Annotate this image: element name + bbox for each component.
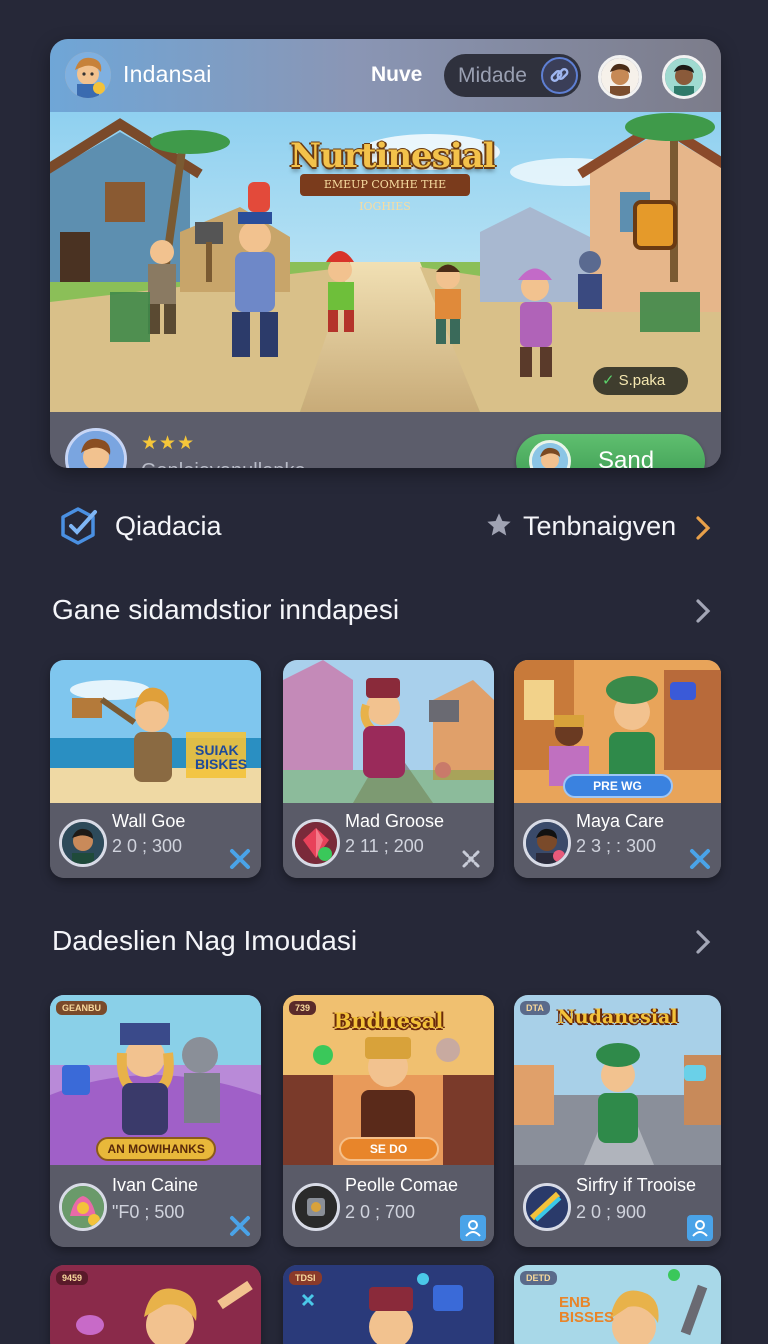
card-avatar [292, 819, 340, 867]
chevron-right-icon[interactable] [694, 929, 712, 960]
card-corner-tag: GEANBU [56, 1001, 108, 1015]
card-info: Mad Groose 2 11 ; 200 [283, 803, 494, 878]
card-art-title: Nudanesial [557, 1006, 678, 1028]
friend-avatar-2[interactable] [662, 55, 706, 99]
card-art: PRE WG [514, 660, 721, 803]
game-card[interactable]: PRE WG Maya Care 2 3 ; : 300 [514, 660, 721, 878]
send-label: Sand [598, 447, 655, 468]
banner-badge[interactable]: ✓ S.paka [593, 367, 688, 395]
hero-banner[interactable]: Nurtinesial EMEUP COMHE THE IOGHIES ✓ S.p… [50, 112, 721, 412]
mode-selector[interactable]: Midade [444, 54, 581, 97]
player-bar: ★★★ Ganleiayanullapke. Sand [50, 412, 721, 468]
card-art-text: AN MOWIHANKS [95, 1137, 216, 1161]
rating-stars: ★★★ [141, 433, 196, 454]
shuffle-icon[interactable] [460, 848, 486, 874]
send-avatar [529, 440, 571, 468]
card-art-title: Bndnesal [333, 1008, 444, 1033]
card-score: 2 0 ; 900 [576, 1202, 647, 1222]
card-avatar [523, 1183, 571, 1231]
card-art-text: PRE WG [562, 774, 673, 798]
top-bar: Indansai Nuve Midade [50, 39, 721, 112]
player-name: Ganleiayanullapke. [141, 460, 311, 468]
hero-card: Indansai Nuve Midade Nurtinesial EMEUP C… [50, 39, 721, 468]
card-name: Ivan Caine [112, 1175, 199, 1195]
check-icon: ✓ [602, 372, 615, 389]
card-info: Maya Care 2 3 ; : 300 [514, 803, 721, 878]
game-card[interactable]: Mad Groose 2 11 ; 200 [283, 660, 494, 878]
game-card[interactable]: DTA Nudanesial Sirfry if Trooise 2 0 ; 9… [514, 995, 721, 1247]
card-art-text: ENB BISSES [559, 1294, 615, 1326]
chevron-right-icon[interactable] [694, 598, 712, 629]
card-info: Ivan Caine "F0 ; 500 [50, 1165, 261, 1247]
card-art-text: SUIAK BISKES [195, 742, 248, 772]
card-corner-tag: 739 [289, 1001, 317, 1015]
card-avatar [292, 1183, 340, 1231]
badge-label: S.paka [618, 372, 666, 389]
card-corner-tag: 9459 [56, 1271, 89, 1285]
card-score: 2 0 ; 300 [112, 836, 183, 856]
game-card[interactable]: SUIAK BISKES Wall Goe 2 0 ; 300 [50, 660, 261, 878]
link-icon[interactable] [541, 57, 578, 94]
section-title-2: Dadeslien Nag Imoudasi [52, 925, 358, 956]
section-title-1: Gane sidamdstior inndapesi [52, 594, 400, 625]
card-score: "F0 ; 500 [112, 1202, 185, 1222]
quick-right-label[interactable]: Tenbnaigven [523, 511, 676, 542]
card-info: Wall Goe 2 0 ; 300 [50, 803, 261, 878]
card-avatar [59, 819, 107, 867]
card-name: Mad Groose [345, 811, 445, 831]
game-card[interactable]: GEANBU AN MOWIHANKS Ivan Caine "F0 ; 500 [50, 995, 261, 1247]
card-art: DETD ENB BISSES [514, 1265, 721, 1344]
card-art: GEANBU AN MOWIHANKS [50, 995, 261, 1165]
quick-left-label[interactable]: Qiadacia [115, 511, 222, 542]
card-avatar [523, 819, 571, 867]
card-name: Sirfry if Trooise [576, 1175, 697, 1195]
card-score: 2 3 ; : 300 [576, 836, 657, 856]
friend-avatar-1[interactable] [598, 55, 642, 99]
tools-icon[interactable] [227, 846, 253, 872]
card-info: Sirfry if Trooise 2 0 ; 900 [514, 1165, 721, 1247]
tools-icon[interactable] [227, 1213, 253, 1239]
app-avatar[interactable] [65, 52, 111, 98]
banner-subtitle: EMEUP COMHE THE IOGHIES [300, 174, 470, 213]
player-avatar[interactable] [65, 428, 127, 468]
card-name: Wall Goe [112, 811, 186, 831]
card-corner-tag: TDSI [289, 1271, 322, 1285]
game-card[interactable]: 9459 [50, 1265, 261, 1344]
card-avatar [59, 1183, 107, 1231]
send-button[interactable]: Sand [516, 434, 705, 468]
mode-label: Midade [458, 64, 527, 87]
star-icon [485, 511, 513, 544]
game-card[interactable]: TDSI [283, 1265, 494, 1344]
card-corner-tag: DTA [520, 1001, 550, 1015]
card-corner-tag: DETD [520, 1271, 557, 1285]
app-title: Indansai [123, 61, 212, 87]
user-icon[interactable] [460, 1215, 486, 1241]
card-art-text: SE DO [338, 1137, 439, 1161]
card-art: SUIAK BISKES [50, 660, 261, 803]
nav-link[interactable]: Nuve [371, 63, 422, 87]
banner-title: Nurtinesial [290, 136, 496, 176]
card-art: DTA Nudanesial [514, 995, 721, 1165]
tools-icon[interactable] [687, 846, 713, 872]
game-card[interactable]: 739 Bndnesal SE DO Peolle Comae 2 0 ; 70… [283, 995, 494, 1247]
card-art [283, 660, 494, 803]
game-card[interactable]: DETD ENB BISSES [514, 1265, 721, 1344]
card-name: Maya Care [576, 811, 665, 831]
card-art: TDSI [283, 1265, 494, 1344]
card-score: 2 0 ; 700 [345, 1202, 416, 1222]
user-icon[interactable] [687, 1215, 713, 1241]
card-art: 9459 [50, 1265, 261, 1344]
card-art: 739 Bndnesal SE DO [283, 995, 494, 1165]
quick-left-icon[interactable] [61, 506, 99, 546]
chevron-right-icon[interactable] [694, 515, 712, 546]
card-score: 2 11 ; 200 [345, 836, 424, 856]
card-info: Peolle Comae 2 0 ; 700 [283, 1165, 494, 1247]
card-name: Peolle Comae [345, 1175, 459, 1195]
